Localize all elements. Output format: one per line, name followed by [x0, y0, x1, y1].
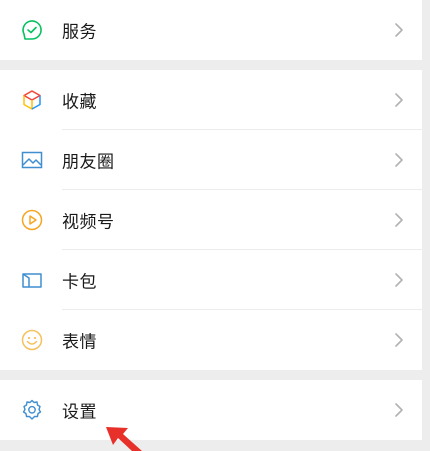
menu-item-channels[interactable]: 视频号	[0, 190, 422, 250]
menu-item-cards[interactable]: 卡包	[0, 250, 422, 310]
menu-item-stickers-label: 表情	[62, 332, 97, 353]
menu-item-moments[interactable]: 朋友圈	[0, 130, 422, 190]
menu-item-service-label: 服务	[62, 22, 97, 43]
red-arrow-cursor	[104, 424, 144, 451]
menu-item-settings-label: 设置	[62, 402, 97, 423]
chevron-right-icon	[394, 92, 404, 108]
menu-item-moments-label: 朋友圈	[62, 152, 115, 173]
smiley-icon	[20, 328, 44, 352]
menu-item-settings[interactable]: 设置	[0, 380, 422, 440]
menu-item-service[interactable]: 服务	[0, 0, 422, 60]
chevron-right-icon	[394, 152, 404, 168]
chevron-right-icon	[394, 402, 404, 418]
menu-item-cards-label: 卡包	[62, 272, 97, 293]
chevron-right-icon	[394, 212, 404, 228]
menu-item-channels-label: 视频号	[62, 212, 115, 233]
settings-group: 设置	[0, 380, 422, 440]
menu-item-favorites[interactable]: 收藏	[0, 70, 422, 130]
features-group: 收藏 朋友圈 视频号 卡包 表情	[0, 70, 422, 370]
menu-item-favorites-label: 收藏	[62, 92, 97, 113]
chevron-right-icon	[394, 272, 404, 288]
cube-icon	[20, 88, 44, 112]
play-circle-icon	[20, 208, 44, 232]
chevron-right-icon	[394, 332, 404, 348]
menu-item-stickers[interactable]: 表情	[0, 310, 422, 370]
right-edge-strip	[422, 0, 430, 451]
image-icon	[20, 148, 44, 172]
gear-icon	[20, 398, 44, 422]
card-icon	[20, 268, 44, 292]
service-group: 服务	[0, 0, 422, 60]
chevron-right-icon	[394, 22, 404, 38]
wallet-check-icon	[20, 18, 44, 42]
